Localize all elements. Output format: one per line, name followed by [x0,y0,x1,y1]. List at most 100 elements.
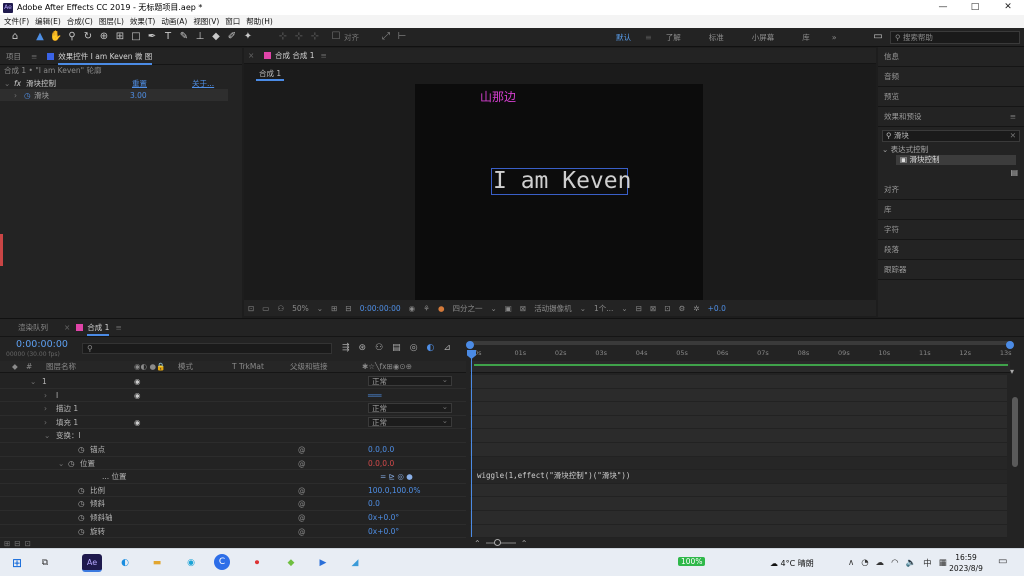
layer-name-column[interactable]: 图层名称 [46,361,134,372]
shy-layers-icon[interactable]: ⚇ [375,343,383,353]
rectangle-tool-icon[interactable]: □ [129,30,143,44]
world-axis-icon[interactable]: ⊹ [292,30,306,44]
color-channel-icon[interactable]: ● [438,304,445,313]
panel-tracker[interactable]: 跟踪器 [878,260,1024,280]
trkmat-column[interactable]: T TrkMat [232,362,290,371]
expand-arrow-icon[interactable]: › [14,91,24,100]
zoom-tool-icon[interactable]: ⚲ [65,30,79,44]
property-value[interactable]: 0x+0.0° [368,511,399,525]
layer-search-input[interactable]: ⚲ [82,343,332,354]
expand-arrow-icon[interactable]: › [44,389,47,403]
layer-name[interactable]: 倾斜轴 [90,511,113,525]
tree-item-slider-control[interactable]: ▣ 滑块控制 [896,155,1016,165]
layer-name[interactable]: 倾斜 [90,497,105,511]
timeline-layer-row[interactable]: ⌄ 1 ◉ 正常 [0,375,466,389]
tray-app-icon[interactable]: ◔ [861,558,868,568]
panel-align[interactable]: 对齐 [878,180,1024,200]
layer-name[interactable]: 变换：I [56,429,81,443]
snap-options-icon[interactable]: ⊢ [395,30,409,44]
mode-column[interactable]: 模式 [178,361,232,372]
tab-composition[interactable]: 合成 合成 1 [258,47,321,64]
zoom-slider[interactable] [485,539,516,546]
stopwatch-icon[interactable]: ◷ [78,511,85,525]
blend-mode-dropdown[interactable]: 正常 [368,402,452,414]
property-value[interactable]: 0.0 [368,497,380,511]
comp-flow-icon[interactable]: ▭ [871,30,885,44]
flowchart-icon[interactable]: ⚙ [679,304,686,313]
view-axis-icon[interactable]: ⊹ [308,30,322,44]
taskbar-explorer-icon[interactable]: ▬ [148,554,166,572]
workspace-learn[interactable]: 了解 [652,32,695,43]
panel-audio[interactable]: 音频 [878,67,1024,87]
brush-tool-icon[interactable]: ✎ [177,30,191,44]
taskbar-edge-icon[interactable]: ◐ [116,554,134,572]
workspace-small-screen[interactable]: 小屏幕 [738,32,789,43]
work-area-bar[interactable] [470,341,1012,345]
timeline-layer-row[interactable]: ◷ 倾斜 @0.0 [0,497,466,511]
slider-value[interactable]: 3.00 [130,91,147,100]
parent-pickwhip-icon[interactable]: @ [298,497,306,511]
parent-pickwhip-icon[interactable]: @ [298,511,306,525]
workspace-menu-icon[interactable]: ≡ [645,33,652,42]
clock[interactable]: 16:59 2023/8/9 [946,552,986,574]
timeline-layer-row[interactable]: › I ◉ ═══ [0,389,466,403]
expression-controls-icons[interactable]: = ⊵ ◎ ● [380,470,413,484]
timeline-link-icon[interactable]: ⊡ [664,304,670,313]
time-ruler[interactable]: 0s 01s 02s 03s 04s 05s 06s 07s 08s 09s 10s 11s 12s 13… [470,348,1012,360]
exposure-value[interactable]: +0.0 [708,304,726,313]
canvas-text-main[interactable]: I am Keven [493,168,631,194]
pan-behind-tool-icon[interactable]: ⊞ [113,30,127,44]
timeline-track-row[interactable] [470,375,1007,389]
mask-visibility-icon[interactable]: ⚇ [277,304,284,313]
visibility-eye-icon[interactable]: ◉ [134,389,141,403]
property-value[interactable]: 100.0,100.0% [368,484,420,498]
show-snapshot-icon[interactable]: ⚘ [423,304,430,313]
align-checkbox-icon[interactable]: ☐ [329,30,343,44]
parent-pickwhip-icon[interactable]: @ [298,457,306,471]
timeline-layer-row[interactable]: › 描边 1 正常 [0,402,466,416]
panel-libraries[interactable]: 库 [878,200,1024,220]
about-link[interactable]: 关于... [192,78,214,89]
monitor-icon[interactable]: ▭ [262,304,269,313]
tab-menu-icon[interactable]: ≡ [31,52,37,61]
transparency-grid-icon[interactable]: ⊠ [520,304,526,313]
stopwatch-icon[interactable]: ◷ [78,497,85,511]
effects-search-input[interactable]: ⚲ 滑块 ✕ [882,130,1020,142]
clear-search-icon[interactable]: ✕ [1010,131,1016,141]
slider-row[interactable]: › ◷ 滑块 3.00 [0,89,228,101]
help-search-input[interactable]: ⚲ 搜索帮助 [890,31,1020,44]
menu-layer[interactable]: 图层(L) [99,16,124,27]
parent-pickwhip-icon[interactable]: @ [298,443,306,457]
taskbar-record-icon[interactable]: ⏺ [248,554,266,572]
grid-icon[interactable]: ⊞ [331,304,337,313]
graph-editor-icon[interactable]: ◐ [427,343,435,353]
timeline-layer-row[interactable]: ... 位置 = ⊵ ◎ ● [0,470,466,484]
timeline-track-row[interactable] [470,483,1007,498]
battery-indicator[interactable]: 100% [678,557,706,566]
menu-effect[interactable]: 效果(T) [130,16,155,27]
views-dropdown[interactable]: 1个... [594,303,613,314]
eraser-tool-icon[interactable]: ◆ [209,30,223,44]
minimize-icon[interactable]: — [928,0,958,15]
taskbar-app-c-icon[interactable]: C [214,554,230,570]
timeline-scrollbar[interactable] [1012,397,1018,467]
graph-toggle-icon[interactable]: ⊿ [443,343,451,353]
new-bin-icon[interactable]: ▤ [1010,168,1018,177]
timeline-layer-row[interactable]: ◷ 倾斜轴 @0x+0.0° [0,511,466,525]
draft-3d-icon[interactable]: ⊛ [359,343,367,353]
timeline-track-row[interactable] [470,497,1007,511]
visibility-eye-icon[interactable]: ◉ [134,375,141,389]
toggle-in-out-icon[interactable]: ⊡ [25,539,31,548]
parent-pickwhip-icon[interactable]: @ [298,484,306,498]
timeline-track-row[interactable] [470,443,1007,457]
toggle-pixel-aspect-icon[interactable]: ⊟ [636,304,642,313]
timeline-track-row[interactable] [470,456,1007,471]
notification-icon[interactable]: ▭ [998,556,1007,567]
layer-name[interactable]: 1 [42,375,47,389]
comp-sub-tab[interactable]: 合成 1 [256,68,285,81]
tab-menu-icon[interactable]: ≡ [321,51,327,60]
reset-link[interactable]: 重置 [132,78,192,89]
layer-name[interactable]: 比例 [90,484,105,498]
tab-render-queue[interactable]: 渲染队列 [12,319,54,336]
expand-arrow-icon[interactable]: › [44,402,47,416]
